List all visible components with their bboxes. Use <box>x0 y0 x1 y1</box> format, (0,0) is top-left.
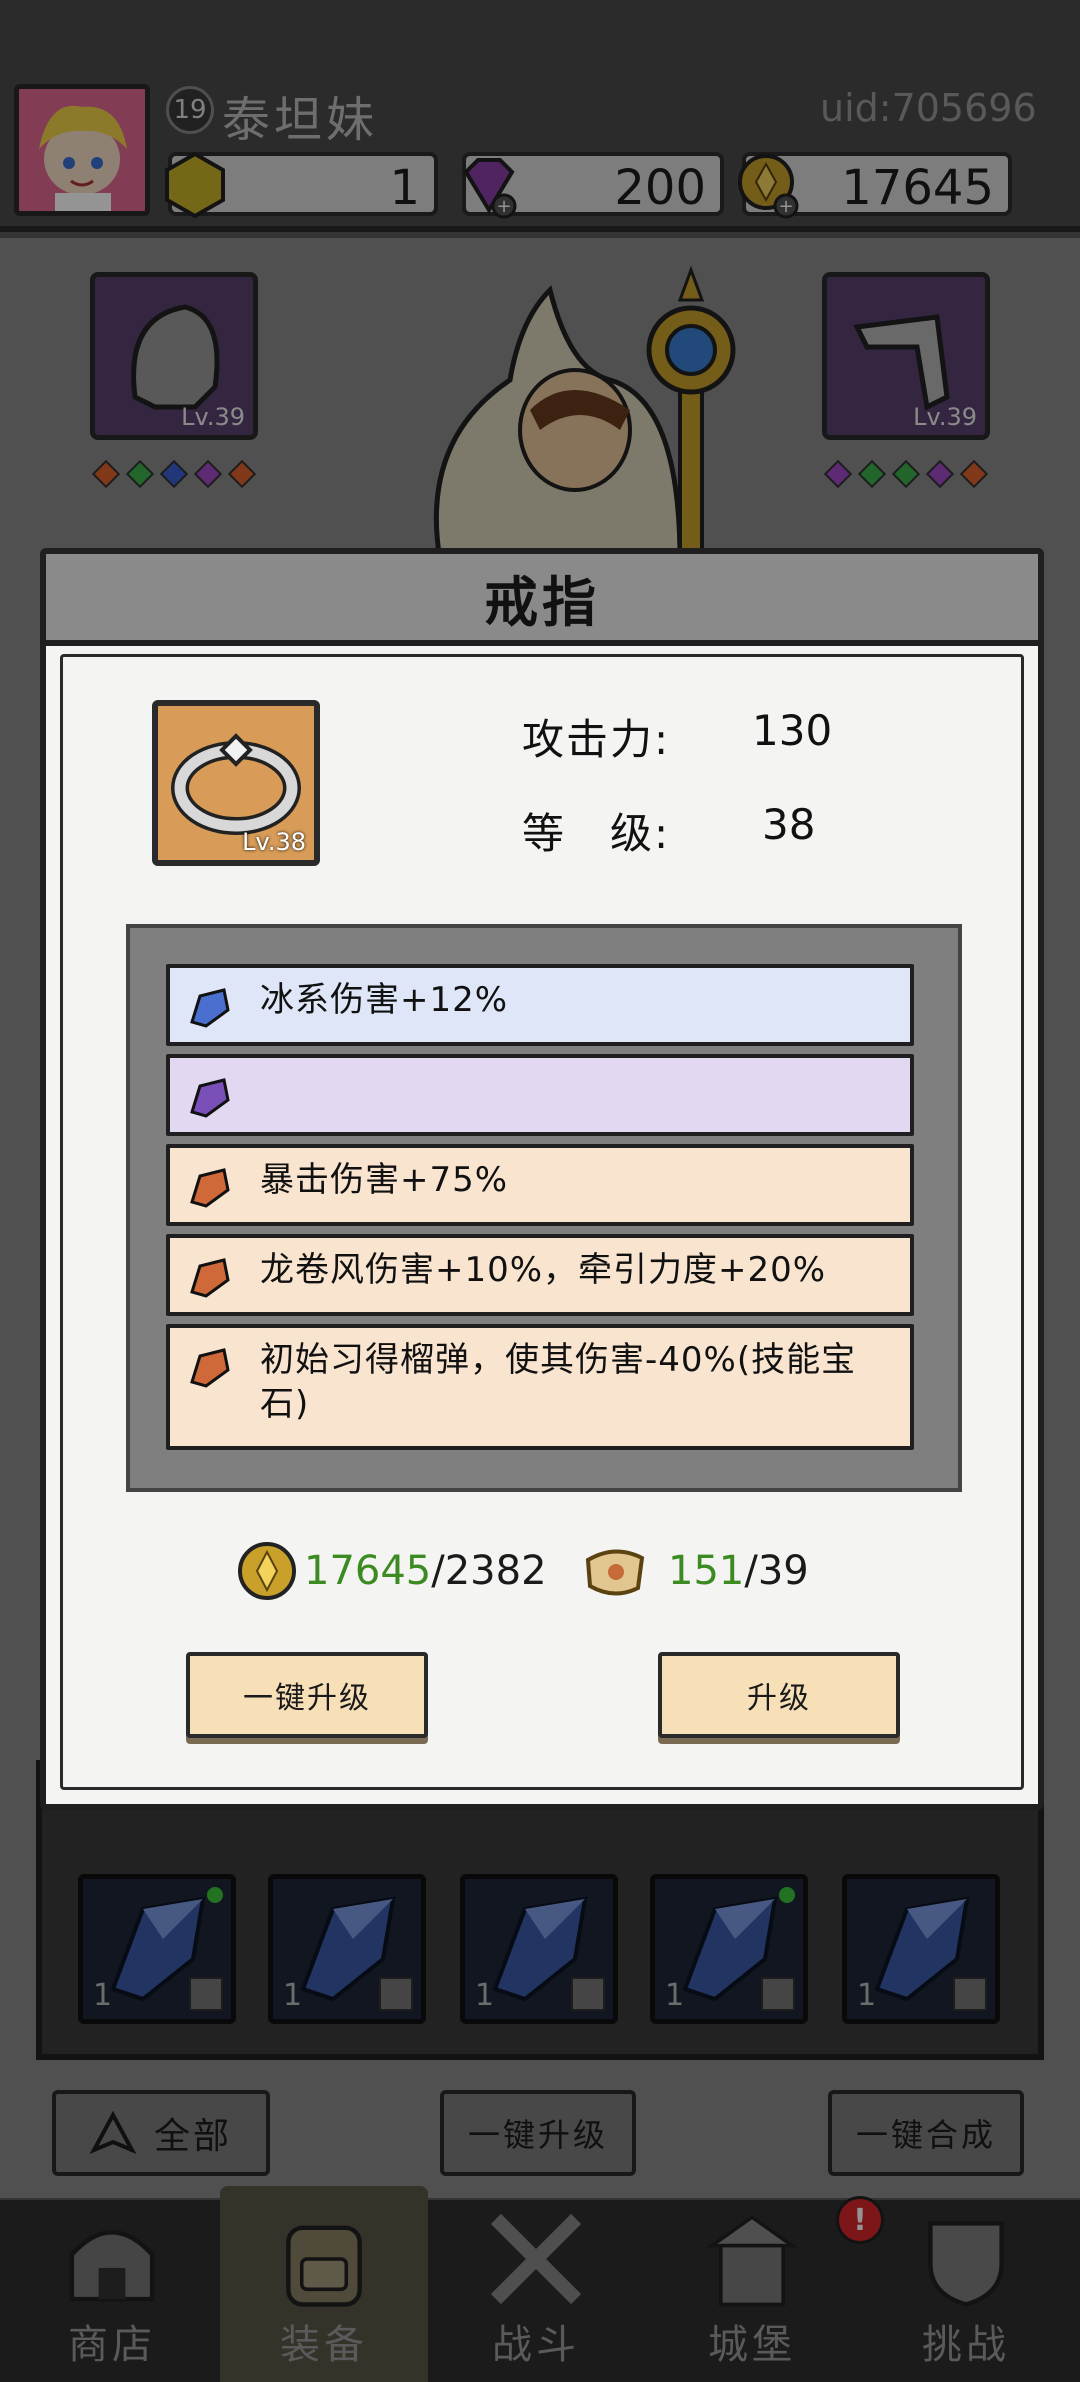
attack-value: 130 <box>752 706 833 755</box>
attack-label: 攻击力: <box>522 715 671 764</box>
orange-gem-icon <box>190 1168 230 1208</box>
affix-row: 初始习得榴弹，使其伤害-40%(技能宝石) <box>166 1324 914 1450</box>
affix-text: 初始习得榴弹，使其伤害-40%(技能宝石) <box>260 1340 857 1424</box>
affix-row <box>166 1054 914 1136</box>
affix-row: 冰系伤害+12% <box>166 964 914 1046</box>
affix-text: 冰系伤害+12% <box>260 980 509 1020</box>
scroll-icon <box>585 1549 645 1596</box>
affix-row: 暴击伤害+75% <box>166 1144 914 1226</box>
item-detail-dialog: 戒指 Lv.38 攻击力: 130 等 级: 38 冰系伤害+12% 暴击伤害+… <box>40 548 1044 1810</box>
item-level: Lv.38 <box>242 828 306 856</box>
upgrade-all-button[interactable]: 一键升级 <box>186 1652 428 1738</box>
gold-coin-icon <box>238 1542 296 1600</box>
orange-gem-icon <box>190 1348 230 1388</box>
gold-cost: 17645 /2382 <box>236 1540 547 1602</box>
scroll-have: 151 <box>668 1548 745 1594</box>
purple-gem-icon <box>190 1078 230 1118</box>
dialog-title: 戒指 <box>484 570 600 634</box>
scroll-need: /39 <box>744 1548 809 1594</box>
item-icon-frame: Lv.38 <box>152 700 320 866</box>
scroll-cost: 151 /39 <box>580 1540 809 1602</box>
affix-panel: 冰系伤害+12% 暴击伤害+75% 龙卷风伤害+10%，牵引力度+20% 初始习… <box>126 924 962 1492</box>
affix-row: 龙卷风伤害+10%，牵引力度+20% <box>166 1234 914 1316</box>
dialog-title-bar: 戒指 <box>46 554 1038 646</box>
blue-gem-icon <box>190 988 230 1028</box>
gold-need: /2382 <box>431 1548 547 1594</box>
upgrade-button[interactable]: 升级 <box>658 1652 900 1738</box>
affix-text: 暴击伤害+75% <box>260 1160 509 1200</box>
gold-have: 17645 <box>304 1548 432 1594</box>
orange-gem-icon <box>190 1258 230 1298</box>
affix-text: 龙卷风伤害+10%，牵引力度+20% <box>260 1250 827 1290</box>
level-value: 38 <box>762 800 816 849</box>
level-label: 等 级: <box>522 809 671 858</box>
